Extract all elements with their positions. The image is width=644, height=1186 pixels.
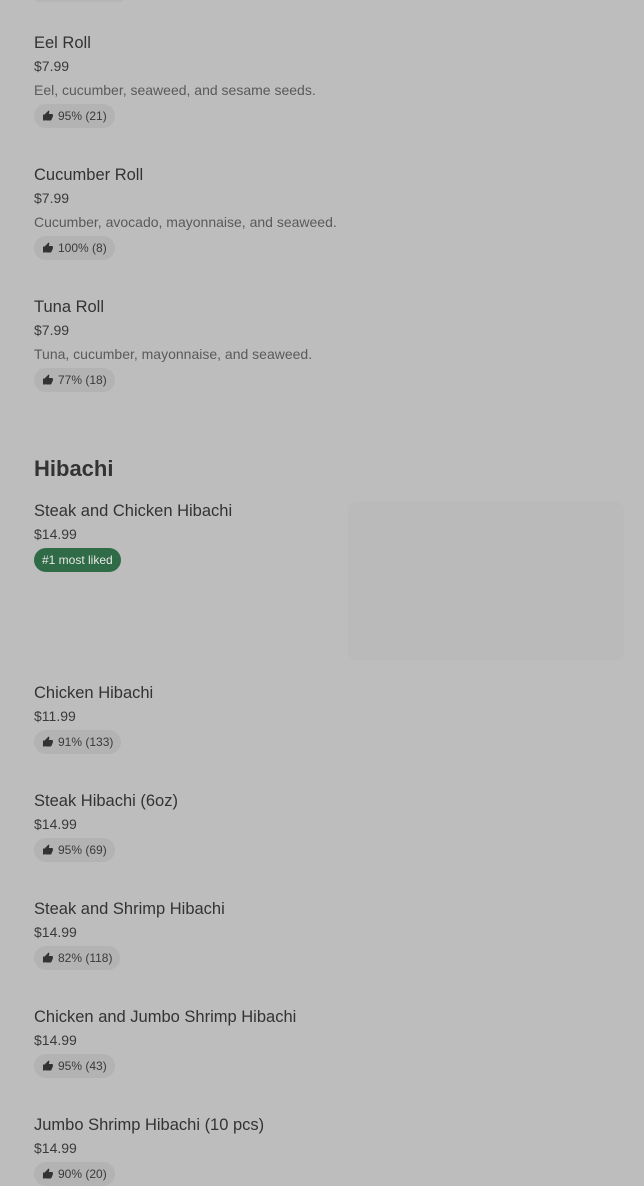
item-price: $11.99 xyxy=(34,708,76,724)
item-description: Tuna, cucumber, mayonnaise, and seaweed. xyxy=(34,346,313,362)
item-name: Cucumber Roll xyxy=(34,166,144,184)
thumbs-up-icon xyxy=(43,844,53,855)
item-price: $7.99 xyxy=(34,190,70,206)
item-price: $14.99 xyxy=(34,816,77,832)
item-description: Eel, cucumber, seaweed, and sesame seeds… xyxy=(34,82,316,98)
item-price: $14.99 xyxy=(34,1032,77,1048)
rating-text: 95% (43) xyxy=(58,1059,107,1073)
item-price: $7.99 xyxy=(34,58,70,74)
thumbs-up-icon xyxy=(43,736,53,747)
menu-item-tuna-roll[interactable]: Tuna Roll $7.99 Tuna, cucumber, mayonnai… xyxy=(34,297,312,392)
menu-item-jumbo-shrimp-hibachi[interactable]: Jumbo Shrimp Hibachi (10 pcs) $14.99 90%… xyxy=(34,1115,264,1186)
thumbs-up-icon xyxy=(43,110,53,121)
menu-item-steak-hibachi-6oz[interactable]: Steak Hibachi (6oz) $14.99 95% (69) xyxy=(34,791,178,862)
thumbs-up-icon xyxy=(43,374,53,385)
menu-page: Eel Roll $7.99 Eel, cucumber, seaweed, a… xyxy=(0,0,644,1186)
item-price: $7.99 xyxy=(34,322,70,338)
item-name: Tuna Roll xyxy=(34,298,105,316)
rating-badge: 100% (8) xyxy=(34,236,115,260)
rating-badge: 95% (69) xyxy=(34,838,115,862)
rating-text: 82% (118) xyxy=(58,951,113,965)
rating-text: 95% (21) xyxy=(58,109,107,123)
rating-badge: 82% (118) xyxy=(34,946,121,970)
menu-item-eel-roll[interactable]: Eel Roll $7.99 Eel, cucumber, seaweed, a… xyxy=(34,33,316,128)
rating-text: 91% (133) xyxy=(58,735,114,749)
clipped-previous-badge xyxy=(34,0,124,2)
item-description: Cucumber, avocado, mayonnaise, and seawe… xyxy=(34,214,337,230)
item-name: Eel Roll xyxy=(34,34,91,52)
item-image xyxy=(348,502,624,660)
rating-text: 77% (18) xyxy=(58,373,107,387)
thumbs-up-icon xyxy=(43,1168,53,1179)
menu-item-chicken-hibachi[interactable]: Chicken Hibachi $11.99 91% (133) xyxy=(34,683,153,754)
item-name: Steak and Shrimp Hibachi xyxy=(34,900,225,918)
item-name: Jumbo Shrimp Hibachi (10 pcs) xyxy=(34,1116,265,1134)
thumbs-up-icon xyxy=(43,1060,53,1071)
item-name: Chicken Hibachi xyxy=(34,684,154,702)
menu-item-cucumber-roll[interactable]: Cucumber Roll $7.99 Cucumber, avocado, m… xyxy=(34,165,337,260)
rating-text: 100% (8) xyxy=(58,241,107,255)
rating-badge: 95% (21) xyxy=(34,104,115,128)
most-liked-badge: #1 most liked xyxy=(34,548,121,572)
item-name: Steak Hibachi (6oz) xyxy=(34,792,178,810)
thumbs-up-icon xyxy=(43,242,53,253)
item-price: $14.99 xyxy=(34,526,77,542)
item-name: Chicken and Jumbo Shrimp Hibachi xyxy=(34,1008,297,1026)
menu-item-steak-and-shrimp-hibachi[interactable]: Steak and Shrimp Hibachi $14.99 82% (118… xyxy=(34,899,225,970)
item-price: $14.99 xyxy=(34,924,77,940)
thumbs-up-icon xyxy=(43,952,53,963)
rating-badge: 91% (133) xyxy=(34,730,122,754)
section-title-hibachi: Hibachi xyxy=(34,456,114,481)
menu-item-chicken-and-jumbo-shrimp-hibachi[interactable]: Chicken and Jumbo Shrimp Hibachi $14.99 … xyxy=(34,1007,296,1078)
rating-badge: 77% (18) xyxy=(34,368,115,392)
rating-badge: 95% (43) xyxy=(34,1054,115,1078)
item-price: $14.99 xyxy=(34,1140,77,1156)
menu-item-steak-and-chicken-hibachi[interactable]: Steak and Chicken Hibachi $14.99 #1 most… xyxy=(34,501,232,572)
rating-text: 95% (69) xyxy=(58,843,107,857)
item-name: Steak and Chicken Hibachi xyxy=(34,502,233,520)
rating-badge: 90% (20) xyxy=(34,1162,115,1186)
